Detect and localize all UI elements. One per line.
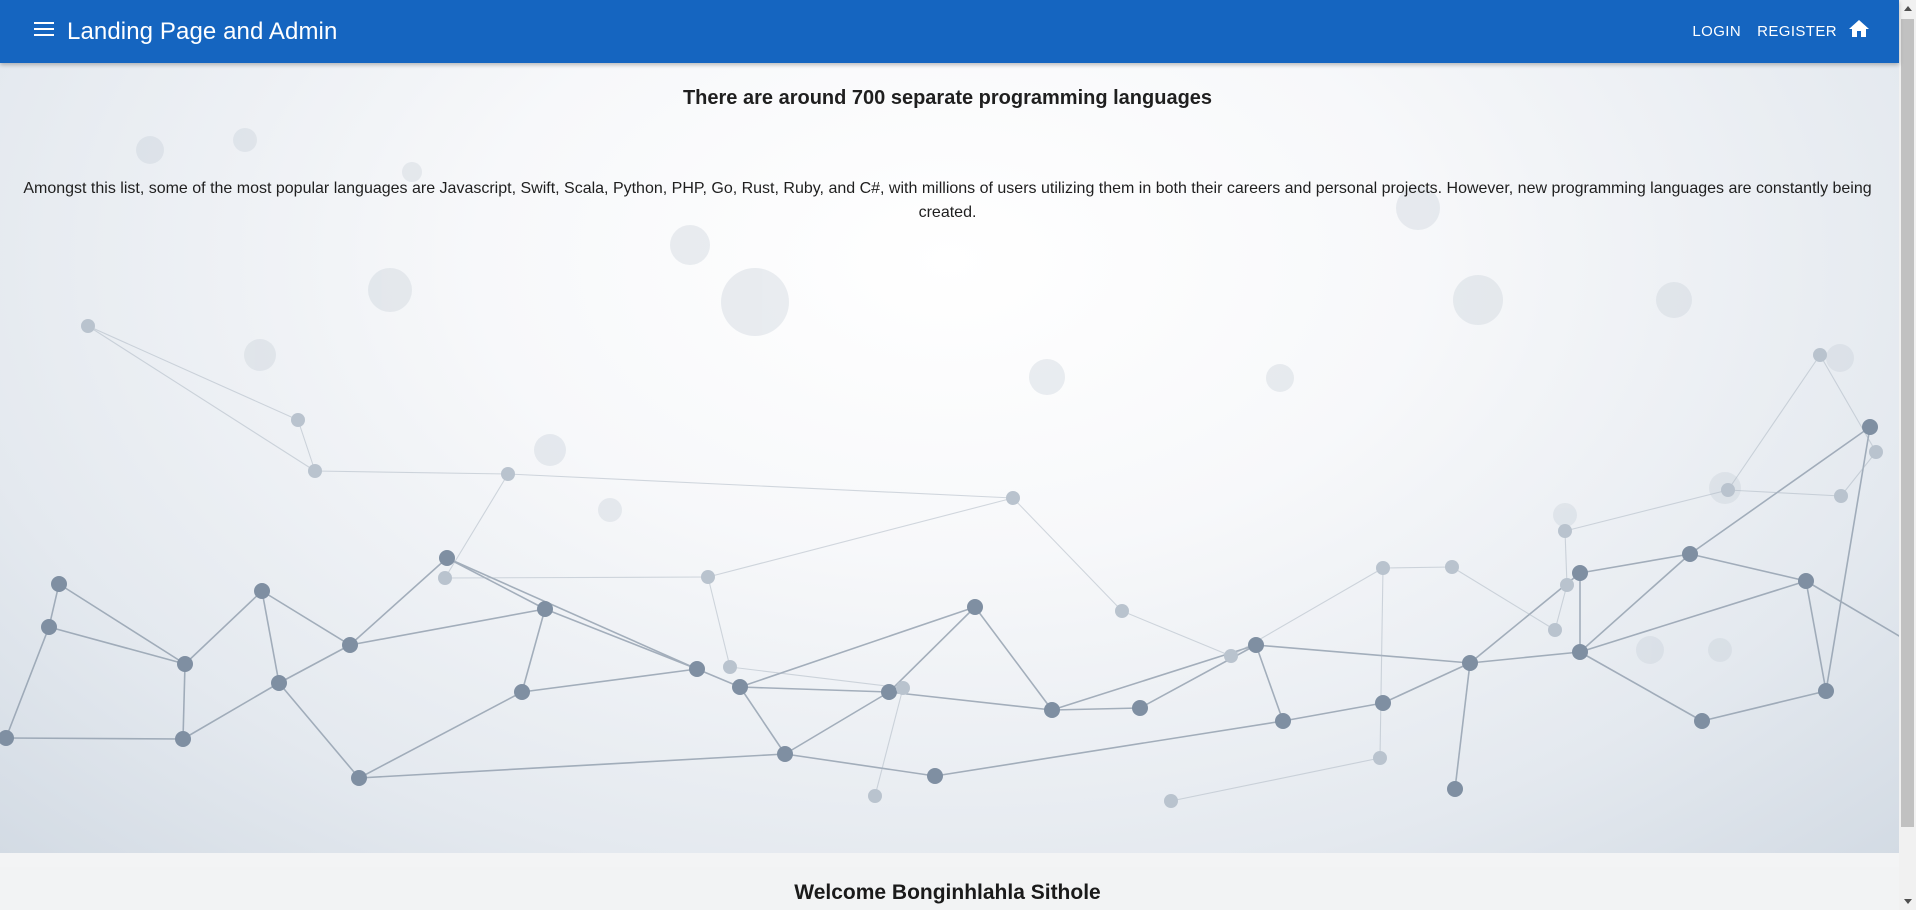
welcome-message: Welcome Bonginhlahla Sithole xyxy=(794,881,1101,904)
login-button[interactable]: LOGIN xyxy=(1684,15,1749,48)
hero-section: There are around 700 separate programmin… xyxy=(0,63,1899,853)
menu-button[interactable] xyxy=(22,10,66,54)
scrollbar-thumb[interactable] xyxy=(1901,19,1914,827)
hero-paragraph: Amongst this list, some of the most popu… xyxy=(23,180,1872,221)
app-title: Landing Page and Admin xyxy=(67,17,338,45)
welcome-section: Welcome Bonginhlahla Sithole xyxy=(0,867,1899,910)
scroll-up-arrow-icon[interactable] xyxy=(1899,0,1916,17)
register-button[interactable]: REGISTER xyxy=(1749,15,1845,48)
home-button[interactable] xyxy=(1841,14,1877,50)
top-nav: LOGIN REGISTER xyxy=(1684,14,1877,50)
vertical-scrollbar[interactable] xyxy=(1899,0,1916,910)
home-icon xyxy=(1849,20,1869,43)
scroll-down-arrow-icon[interactable] xyxy=(1899,893,1916,910)
menu-icon xyxy=(34,22,54,41)
app-bar: Landing Page and Admin LOGIN REGISTER xyxy=(0,0,1899,63)
hero-heading: There are around 700 separate programmin… xyxy=(682,87,1213,109)
